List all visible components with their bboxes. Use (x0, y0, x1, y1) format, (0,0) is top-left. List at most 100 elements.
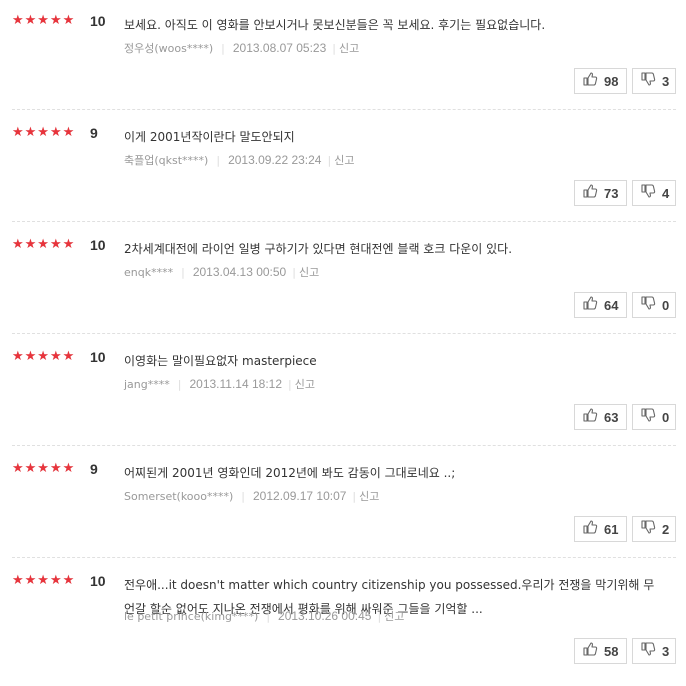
review-divider (12, 221, 676, 222)
review-item: ★★★★★ ★★★★★ 10 2차세계대전에 라이언 일병 구하기가 있다면 현대전엔… (12, 236, 676, 336)
like-count: 98 (604, 73, 619, 89)
dislike-button[interactable]: 2 (632, 516, 676, 542)
review-meta: jang**** | 2013.11.14 18:12 | 신고 (124, 376, 315, 392)
dislike-button[interactable]: 0 (632, 404, 676, 430)
like-button[interactable]: 73 (574, 180, 627, 206)
author-name[interactable]: 정우성(woos****) (124, 40, 213, 56)
like-count: 73 (604, 185, 619, 201)
vote-buttons: 98 3 (569, 68, 676, 94)
rating: ★★★★★ ★★★★★ 9 (12, 460, 98, 478)
star-filled-icon: ★★★★★ (12, 349, 76, 364)
vote-buttons: 63 0 (569, 404, 676, 430)
rating: ★★★★★ ★★★★★ 10 (12, 236, 106, 254)
like-count: 61 (604, 521, 619, 537)
dislike-button[interactable]: 4 (632, 180, 676, 206)
star-rating: ★★★★★ ★★★★★ (12, 13, 86, 28)
rating-score: 10 (90, 237, 106, 253)
review-date: 2013.04.13 00:50 (192, 265, 287, 279)
divider: | (288, 377, 292, 391)
author-name[interactable]: le petit prince(kimg****) (124, 610, 258, 623)
vote-buttons: 61 2 (569, 516, 676, 542)
review-date: 2013.11.14 18:12 (189, 377, 283, 391)
divider: | (216, 153, 221, 167)
report-link[interactable]: 신고 (299, 264, 319, 280)
star-filled-icon: ★★★★★ (12, 13, 76, 28)
divider: | (332, 41, 336, 55)
thumbs-down-icon (640, 407, 656, 427)
report-link[interactable]: 신고 (384, 608, 404, 624)
like-button[interactable]: 63 (574, 404, 627, 430)
star-filled-icon: ★★★★★ (12, 237, 76, 252)
rating-score: 10 (90, 13, 106, 29)
report-link[interactable]: 신고 (359, 488, 379, 504)
like-count: 58 (604, 643, 619, 659)
star-filled-icon: ★★★★★ (12, 461, 76, 476)
report-link[interactable]: 신고 (339, 40, 359, 56)
thumbs-up-icon (582, 641, 598, 661)
like-button[interactable]: 61 (574, 516, 627, 542)
star-filled-icon: ★★★★★ (12, 125, 76, 140)
review-date: 2013.10.26 00:45 (278, 609, 372, 623)
review-divider (12, 445, 676, 446)
rating: ★★★★★ ★★★★★ 10 (12, 348, 106, 366)
review-meta: enqk**** | 2013.04.13 00:50 | 신고 (124, 264, 319, 280)
author-name[interactable]: Somerset(kooo****) (124, 490, 233, 503)
divider: | (266, 609, 271, 623)
thumbs-up-icon (582, 295, 598, 315)
rating: ★★★★★ ★★★★★ 9 (12, 124, 98, 142)
divider: | (292, 265, 296, 279)
star-rating: ★★★★★ ★★★★★ (12, 461, 86, 476)
author-name[interactable]: 축플업(qkst****) (124, 152, 208, 168)
rating-score: 9 (90, 461, 98, 477)
thumbs-down-icon (640, 641, 656, 661)
review-meta: le petit prince(kimg****) | 2013.10.26 00:… (124, 608, 404, 624)
rating-score: 10 (90, 349, 106, 365)
dislike-count: 3 (662, 73, 670, 89)
review-text: 이게 2001년작이란다 말도안되지 (124, 130, 295, 144)
dislike-count: 0 (662, 409, 670, 425)
rating: ★★★★★ ★★★★★ 10 (12, 572, 106, 590)
thumbs-up-icon (582, 519, 598, 539)
report-link[interactable]: 신고 (295, 376, 315, 392)
author-name[interactable]: jang**** (124, 378, 170, 391)
review-date: 2013.08.07 05:23 (232, 41, 327, 55)
review-item: ★★★★★ ★★★★★ 10 보세요. 아직도 이 영화를 안보시거나 못보신분들은 … (12, 12, 676, 112)
dislike-count: 4 (662, 185, 670, 201)
dislike-button[interactable]: 0 (632, 292, 676, 318)
review-meta: 정우성(woos****) | 2013.08.07 05:23 | 신고 (124, 40, 359, 56)
thumbs-down-icon (640, 519, 656, 539)
report-link[interactable]: 신고 (334, 152, 354, 168)
star-rating: ★★★★★ ★★★★★ (12, 573, 86, 588)
review-divider (12, 109, 676, 110)
review-item: ★★★★★ ★★★★★ 9 어찌된게 2001년 영화인데 2012년에 봐도 감동이… (12, 460, 676, 560)
star-filled-icon: ★★★★★ (12, 573, 76, 588)
review-text: 어찌된게 2001년 영화인데 2012년에 봐도 감동이 그대로네요 ..; (124, 466, 456, 480)
divider: | (241, 489, 245, 503)
dislike-count: 0 (662, 297, 670, 313)
like-button[interactable]: 64 (574, 292, 627, 318)
review-text: 보세요. 아직도 이 영화를 안보시거나 못보신분들은 꼭 보세요. 후기는 필… (124, 18, 546, 32)
review-item: ★★★★★ ★★★★★ 10 이영화는 말이필요없자 masterpiece jang*… (12, 348, 676, 448)
star-rating: ★★★★★ ★★★★★ (12, 237, 86, 252)
review-divider (12, 557, 676, 558)
dislike-button[interactable]: 3 (632, 638, 676, 664)
review-date: 2012.09.17 10:07 (253, 489, 347, 503)
divider: | (352, 489, 357, 503)
like-button[interactable]: 58 (574, 638, 627, 664)
dislike-count: 2 (662, 521, 670, 537)
thumbs-down-icon (640, 295, 656, 315)
rating: ★★★★★ ★★★★★ 10 (12, 12, 106, 30)
vote-buttons: 73 4 (569, 180, 676, 206)
review-item: ★★★★★ ★★★★★ 9 이게 2001년작이란다 말도안되지축플업(qkst***… (12, 124, 676, 224)
star-rating: ★★★★★ ★★★★★ (12, 125, 86, 140)
thumbs-up-icon (582, 71, 598, 91)
dislike-button[interactable]: 3 (632, 68, 676, 94)
review-meta: Somerset(kooo****) | 2012.09.17 10:07 | 신고 (124, 488, 379, 504)
author-name[interactable]: enqk**** (124, 266, 173, 279)
like-button[interactable]: 98 (574, 68, 627, 94)
review-divider (12, 333, 676, 334)
thumbs-up-icon (582, 183, 598, 203)
vote-buttons: 58 3 (569, 638, 676, 664)
divider: | (221, 41, 225, 55)
review-date: 2013.09.22 23:24 (228, 153, 322, 167)
